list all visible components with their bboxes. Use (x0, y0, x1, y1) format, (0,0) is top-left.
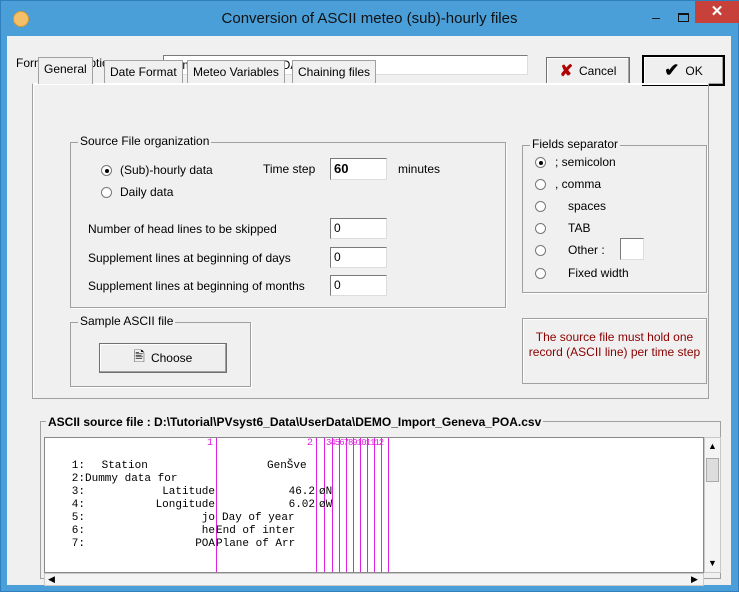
tab-meteo-variables[interactable]: Meteo Variables (187, 60, 285, 83)
source-file-title: ASCII source file : D:\Tutorial\PVsyst6_… (46, 415, 544, 429)
tab-label: TAB (568, 221, 591, 235)
column-marker (374, 438, 375, 572)
line-number: 4: (71, 499, 85, 511)
spaces-label: spaces (568, 199, 607, 213)
cell-text: Latitude (162, 486, 215, 498)
cell-text: Dummy data for (85, 473, 178, 485)
supp-months-label: Supplement lines at beginning of months (88, 279, 305, 293)
tab-date-format[interactable]: Date Format (104, 60, 183, 83)
cell-text: øW (319, 499, 333, 511)
semicolon-label: ; semicolon (555, 155, 616, 169)
scroll-right-icon[interactable]: ▶ (691, 574, 698, 585)
ok-button[interactable]: ✔ OK (642, 55, 725, 86)
column-marker (316, 438, 317, 572)
scroll-up-icon[interactable]: ▲ (708, 441, 717, 451)
cell-text: End of inter (216, 525, 296, 537)
column-marker (216, 438, 217, 572)
supp-days-label: Supplement lines at beginning of days (88, 251, 291, 265)
line-number: 3: (71, 486, 85, 498)
cell-text: jo (201, 512, 215, 524)
supp-days-input[interactable]: 0 (330, 247, 387, 268)
radio-comma[interactable] (535, 179, 546, 190)
tab-general[interactable]: General (38, 57, 93, 84)
time-step-unit: minutes (398, 162, 441, 176)
scroll-down-icon[interactable]: ▼ (708, 558, 717, 568)
source-organization-title: Source File organization (78, 134, 212, 148)
vertical-scrollbar[interactable]: ▲ ▼ (704, 437, 721, 573)
cancel-button[interactable]: ✘ Cancel (546, 57, 630, 85)
radio-subhourly[interactable] (101, 165, 112, 176)
cell-text: POA (195, 538, 215, 550)
minimize-button[interactable]: ‒ (643, 10, 669, 27)
choose-label: Choose (150, 351, 193, 365)
radio-tab[interactable] (535, 223, 546, 234)
line-number: 2: (71, 473, 85, 485)
cell-text: 46.2 (288, 486, 315, 498)
radio-spaces[interactable] (535, 201, 546, 212)
document-icon: 🖹 (133, 348, 145, 364)
line-number: 5: (71, 512, 85, 524)
check-icon: ✔ (664, 60, 680, 80)
cell-text: Day of year (222, 512, 295, 524)
column-marker (346, 438, 347, 572)
line-number: 1: (71, 460, 85, 472)
column-marker (360, 438, 361, 572)
ruler-label: 1 (207, 438, 214, 449)
cell-text: Plane of Arr (216, 538, 296, 550)
scroll-thumb[interactable] (706, 458, 719, 482)
column-marker (353, 438, 354, 572)
ascii-file-viewer[interactable]: 1 2 3456789101112 1: Station GenŠve 2: D… (44, 437, 704, 573)
comma-label: , comma (555, 177, 602, 191)
ruler-label: 2 (307, 438, 314, 449)
cell-text: 6.02 (288, 499, 315, 511)
column-marker (381, 438, 382, 572)
fields-separator-title: Fields separator (530, 137, 621, 151)
fixed-width-label: Fixed width (568, 266, 629, 280)
choose-button[interactable]: 🖹 Choose (99, 343, 227, 373)
cell-text: GenŠve (267, 460, 307, 472)
cell-text: he (201, 525, 215, 537)
column-marker (339, 438, 340, 572)
time-step-input[interactable]: 60 (330, 158, 387, 180)
tab-chaining-files[interactable]: Chaining files (292, 60, 377, 83)
record-note: The source file must hold one record (AS… (522, 318, 707, 384)
other-label: Other : (568, 243, 605, 257)
column-marker (388, 438, 389, 572)
daily-label: Daily data (120, 185, 174, 199)
supp-months-input[interactable]: 0 (330, 275, 387, 296)
line-number: 7: (71, 538, 85, 550)
subhourly-label: (Sub)-hourly data (120, 163, 213, 177)
time-step-label: Time step (263, 162, 316, 176)
sample-file-title: Sample ASCII file (78, 314, 176, 328)
horizontal-scrollbar[interactable]: ◀ ▶ (44, 573, 704, 586)
cancel-x-icon: ✘ (559, 63, 574, 80)
head-lines-label: Number of head lines to be skipped (88, 222, 277, 236)
radio-other[interactable] (535, 245, 546, 256)
head-lines-input[interactable]: 0 (330, 218, 387, 239)
cell-text: Station (95, 460, 148, 472)
other-separator-input[interactable] (620, 238, 644, 260)
maximize-icon (678, 13, 689, 22)
title-bar[interactable]: Conversion of ASCII meteo (sub)-hourly f… (1, 1, 739, 37)
radio-daily[interactable] (101, 187, 112, 198)
cell-text: øN (319, 486, 333, 498)
radio-semicolon[interactable] (535, 157, 546, 168)
cell-text: Longitude (155, 499, 215, 511)
ok-label: OK (685, 63, 703, 78)
close-button[interactable]: ✕ (695, 1, 739, 23)
cancel-label: Cancel (579, 64, 617, 78)
radio-fixed-width[interactable] (535, 268, 546, 279)
line-number: 6: (71, 525, 85, 537)
scroll-left-icon[interactable]: ◀ (48, 574, 55, 585)
maximize-button[interactable] (671, 9, 695, 27)
column-marker (367, 438, 368, 572)
window-title: Conversion of ASCII meteo (sub)-hourly f… (221, 10, 518, 27)
ruler-label: 3456789101112 (326, 438, 384, 448)
